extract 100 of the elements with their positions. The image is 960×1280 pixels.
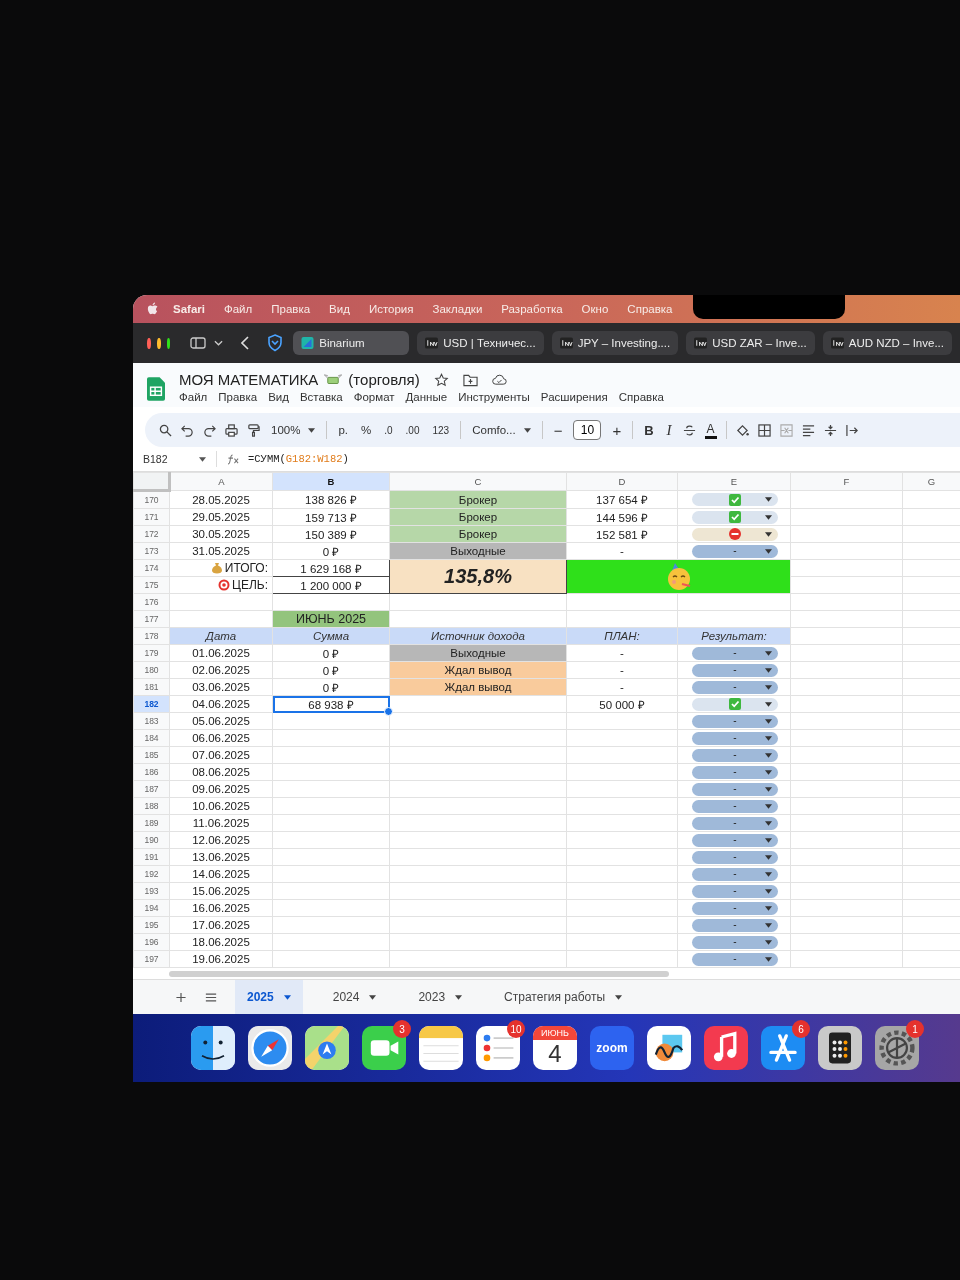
status-dropdown[interactable]: -: [692, 748, 778, 762]
table-cell[interactable]: 0 ₽: [272, 644, 390, 662]
status-dropdown[interactable]: -: [692, 918, 778, 932]
status-dropdown[interactable]: -: [692, 680, 778, 694]
status-dropdown[interactable]: -: [692, 952, 778, 966]
paint-format-icon[interactable]: [247, 423, 260, 437]
increase-decimals-button[interactable]: .00: [403, 424, 422, 436]
table-cell[interactable]: [272, 916, 390, 934]
table-cell[interactable]: [272, 746, 390, 764]
menu-item[interactable]: Вид: [268, 391, 289, 403]
map-icon[interactable]: [305, 1026, 349, 1070]
print-icon[interactable]: [225, 423, 238, 437]
menu-item[interactable]: Правка: [218, 391, 258, 403]
column-header[interactable]: B: [272, 472, 390, 491]
squiggle-icon[interactable]: [647, 1026, 691, 1070]
menu-item[interactable]: Файл: [179, 391, 208, 403]
table-cell[interactable]: [272, 950, 390, 968]
music-note-icon[interactable]: [704, 1026, 748, 1070]
status-dropdown[interactable]: -: [692, 765, 778, 779]
sheet-tab[interactable]: 2025: [235, 980, 303, 1014]
status-dropdown[interactable]: -: [692, 646, 778, 660]
menu-item[interactable]: Закладки: [432, 303, 483, 315]
back-icon[interactable]: [241, 336, 250, 350]
table-cell[interactable]: [272, 780, 390, 798]
table-cell[interactable]: 68 938 ₽: [272, 695, 390, 713]
status-dropdown[interactable]: -: [692, 663, 778, 677]
table-cell[interactable]: 159 713 ₽: [272, 508, 390, 526]
sheet-tab[interactable]: 2024: [320, 980, 389, 1014]
table-cell[interactable]: [272, 899, 390, 917]
status-dropdown[interactable]: [692, 697, 778, 711]
table-cell[interactable]: [272, 831, 390, 849]
compass-icon[interactable]: [248, 1026, 292, 1070]
cell-reference-field[interactable]: B182: [143, 453, 199, 465]
folder-icon[interactable]: [462, 372, 478, 387]
status-dropdown[interactable]: -: [692, 935, 778, 949]
notepad-icon[interactable]: [419, 1026, 463, 1070]
status-dropdown[interactable]: [692, 493, 778, 506]
menu-item[interactable]: Формат: [353, 391, 395, 403]
status-dropdown[interactable]: -: [692, 731, 778, 745]
borders-icon[interactable]: [757, 423, 771, 437]
menu-item[interactable]: Правка: [271, 303, 311, 315]
browser-tab[interactable]: Binarium: [293, 331, 410, 355]
caret-icon[interactable]: [199, 456, 206, 462]
spreadsheet-logo-icon[interactable]: [147, 377, 165, 401]
shield-icon[interactable]: [267, 334, 284, 352]
status-dropdown[interactable]: -: [692, 816, 778, 830]
table-cell[interactable]: [272, 797, 390, 815]
menu-item[interactable]: Справка: [618, 391, 664, 403]
checklist-icon[interactable]: [476, 1026, 520, 1070]
menu-item[interactable]: История: [368, 303, 414, 315]
face-icon[interactable]: [191, 1026, 235, 1070]
menu-item[interactable]: Вид: [329, 303, 350, 315]
browser-tab[interactable]: AUD NZD – Inve...: [822, 331, 952, 355]
table-cell[interactable]: 0 ₽: [272, 542, 390, 560]
add-sheet-icon[interactable]: [175, 991, 187, 1003]
status-dropdown[interactable]: -: [692, 867, 778, 881]
sidebar-icon[interactable]: [190, 337, 207, 349]
status-dropdown[interactable]: -: [692, 799, 778, 813]
text-color-button[interactable]: A: [704, 421, 717, 439]
bold-button[interactable]: B: [642, 422, 656, 438]
table-cell[interactable]: [272, 865, 390, 883]
status-dropdown[interactable]: -: [692, 850, 778, 864]
column-header[interactable]: A: [169, 472, 273, 491]
menu-item[interactable]: Вставка: [299, 391, 343, 403]
menu-item[interactable]: Расширения: [540, 391, 608, 403]
menu-icon[interactable]: [205, 991, 217, 1003]
decrease-decimals-button[interactable]: .0: [382, 424, 395, 436]
menu-item[interactable]: Данные: [405, 391, 448, 403]
fill-color-icon[interactable]: [735, 423, 749, 437]
italic-button[interactable]: I: [664, 421, 674, 439]
currency-format-button[interactable]: р.: [336, 424, 350, 436]
column-header[interactable]: G: [902, 472, 960, 491]
table-cell[interactable]: 0 ₽: [272, 661, 390, 679]
document-title[interactable]: МОЯ МАТЕМАТИКА: [179, 371, 319, 388]
menu-item[interactable]: Файл: [223, 303, 253, 315]
zoom-dropdown[interactable]: 100%: [269, 424, 318, 436]
table-cell[interactable]: [272, 882, 390, 900]
chevron-down-icon[interactable]: [214, 340, 224, 346]
status-dropdown[interactable]: -: [692, 833, 778, 847]
merge-cells-icon[interactable]: [779, 423, 793, 437]
minimize-button[interactable]: [156, 337, 161, 349]
text-wrap-icon[interactable]: [845, 423, 859, 437]
browser-tab[interactable]: USD ZAR – Inve...: [686, 331, 815, 355]
calendar-app[interactable]: ИЮНЬ 4: [533, 1026, 577, 1070]
table-cell[interactable]: 138 826 ₽: [272, 490, 390, 509]
table-cell[interactable]: 150 389 ₽: [272, 525, 390, 543]
formula-field[interactable]: =СУММ(G182:W182): [248, 453, 349, 465]
column-header[interactable]: E: [677, 472, 791, 491]
app-name-menu[interactable]: Safari: [173, 303, 205, 315]
column-header[interactable]: D: [566, 472, 678, 491]
status-dropdown[interactable]: -: [692, 901, 778, 915]
redo-icon[interactable]: [203, 423, 216, 437]
decrease-font-size-button[interactable]: −: [551, 421, 565, 439]
percent-format-button[interactable]: %: [359, 424, 374, 436]
column-header[interactable]: C: [389, 472, 567, 491]
table-cell[interactable]: [272, 729, 390, 747]
table-cell[interactable]: [272, 933, 390, 951]
browser-tab[interactable]: USD | Техничес...: [417, 331, 544, 355]
table-cell[interactable]: [272, 848, 390, 866]
sheet-tab[interactable]: 2023: [406, 980, 475, 1014]
